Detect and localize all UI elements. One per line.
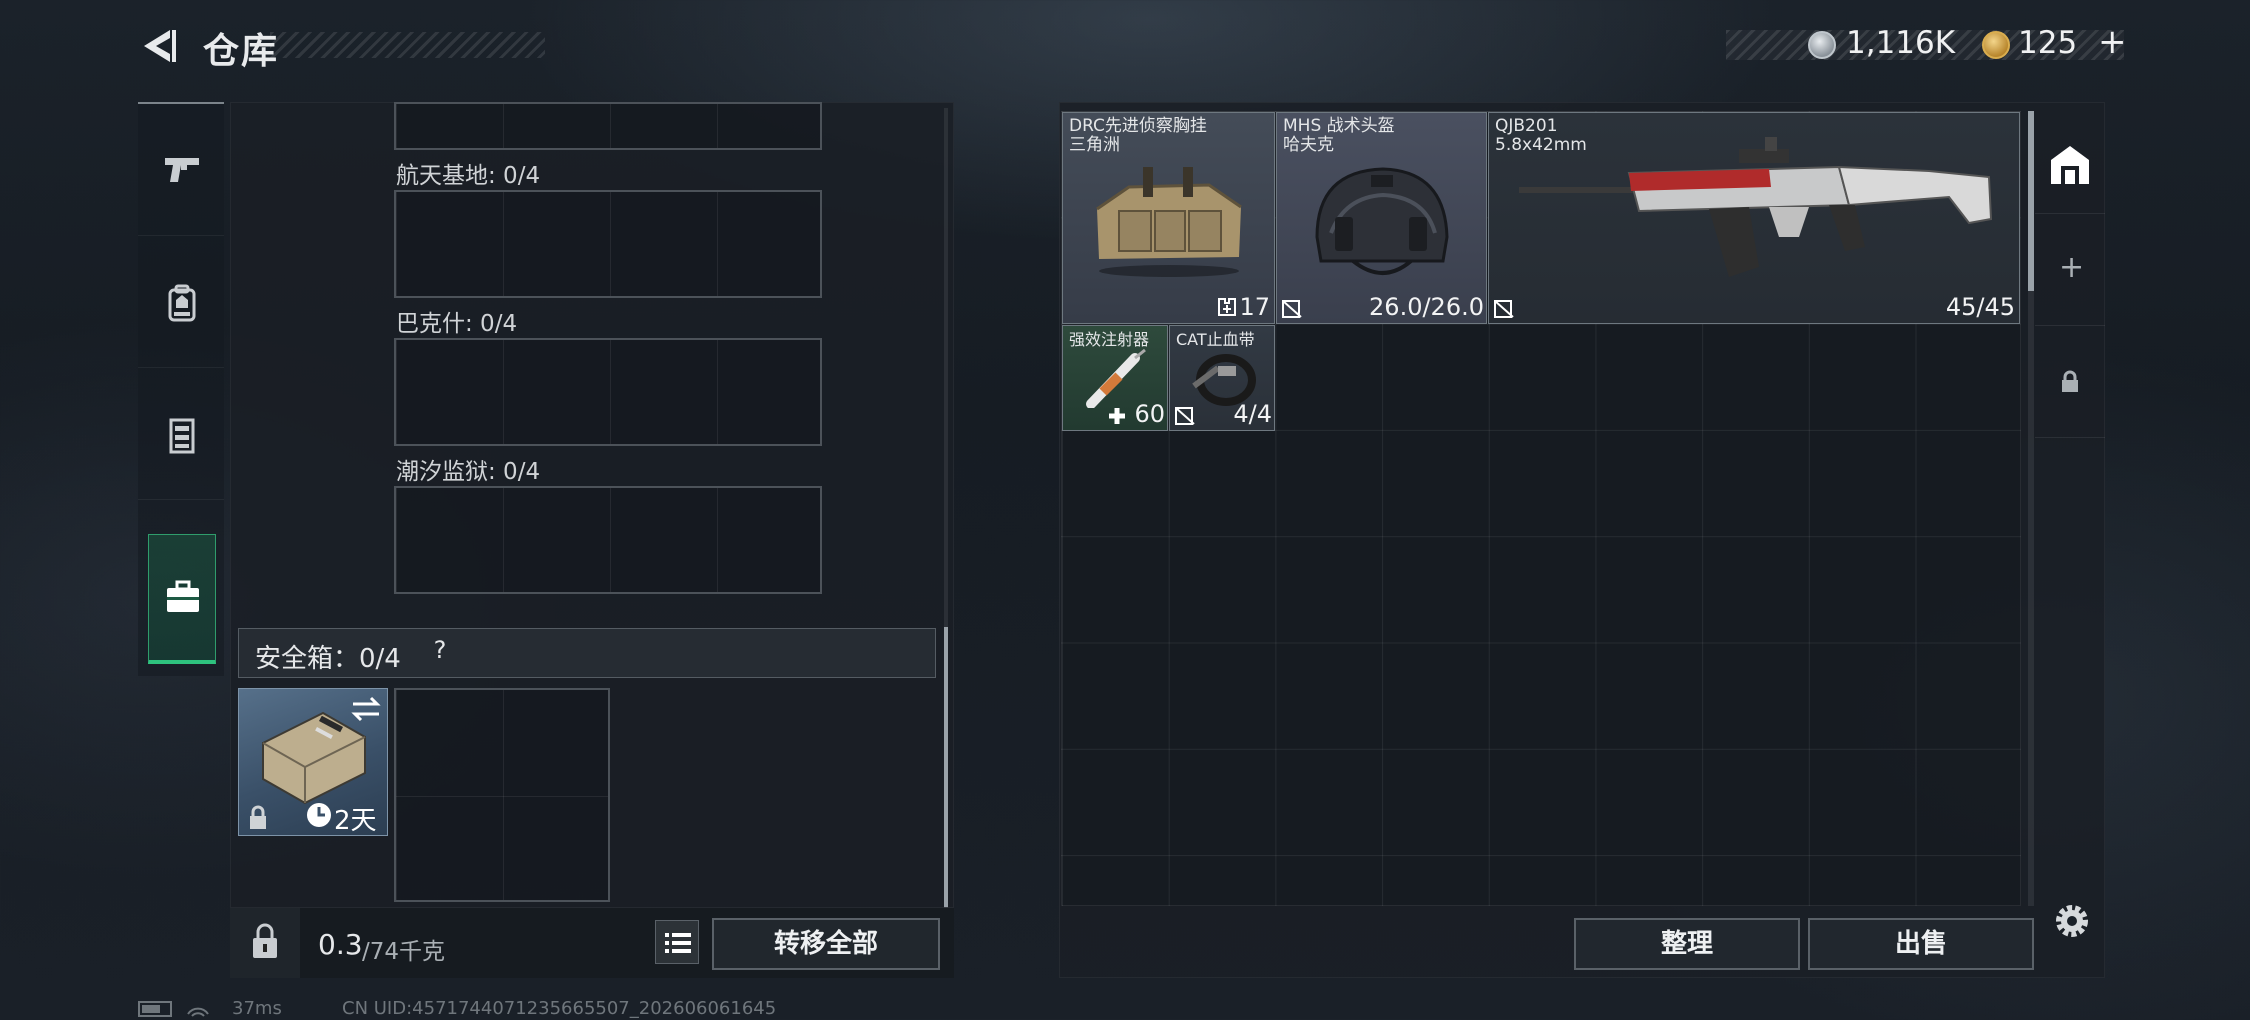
lock-icon [2062,370,2078,392]
pistol-icon [165,158,199,182]
map-label-tidal-prison: 潮汐监狱: 0/4 [396,459,541,485]
item-capacity: 17 [1239,293,1270,321]
sell-button[interactable]: 出售 [1808,918,2034,970]
item-helmet[interactable]: MHS 战术头盔 哈夫克 26.0/26.0 [1276,112,1487,324]
item-syringe[interactable]: 强效注射器 60 [1062,325,1168,431]
item-name: DRC先进侦察胸挂 三角洲 [1069,116,1207,155]
add-currency-button[interactable]: + [2098,22,2127,62]
safebox-label: 安全箱：0/4 [255,644,401,674]
storage-icon [2051,146,2089,184]
map-slot-grid-bakhmut[interactable] [394,338,822,446]
nav-safebox[interactable] [148,534,216,664]
gear-icon [2056,905,2088,937]
left-category-nav [138,102,224,676]
clock-icon [307,803,331,827]
item-chest-rig[interactable]: DRC先进侦察胸挂 三角洲 17 [1062,112,1275,324]
transfer-all-button[interactable]: 转移全部 [712,918,940,970]
briefcase-icon [167,580,199,612]
map-label-bakhmut: 巴克什: 0/4 [396,311,518,337]
item-rifle[interactable]: QJB201 5.8x42mm 45/45 [1488,112,2020,324]
battery-wifi-status [138,998,218,1020]
gold-currency-amount: 125 [2018,25,2078,61]
item-heal-value: 60 [1134,400,1165,428]
map-label-aerospace: 航天基地: 0/4 [396,163,541,189]
item-tourniquet[interactable]: CAT止血带 4/4 [1169,325,1275,431]
plus-icon [1109,408,1125,424]
map-slot-grid-aerospace[interactable] [394,190,822,298]
lock-icon [250,805,266,829]
swap-icon[interactable] [349,695,383,723]
nav-locked-storage[interactable] [2035,326,2105,438]
help-button[interactable]: ? [424,636,456,668]
backpack-icon [168,284,196,322]
safebox-time-remaining: 2天 [334,806,377,836]
nav-storage[interactable] [2035,102,2105,214]
map-slot-grid-tidal-prison[interactable] [394,486,822,594]
item-durability: 45/45 [1945,293,2015,321]
rifle-image [1519,137,1993,277]
nav-backpack[interactable] [138,236,224,368]
durability-icon [1494,300,1514,318]
item-name: MHS 战术头盔 哈夫克 [1283,116,1395,155]
list-icon [665,933,691,953]
list-view-button[interactable] [655,920,699,964]
helmet-image [1315,167,1449,275]
back-arrow-icon [144,30,176,62]
map-slot-grid-top[interactable] [394,102,822,150]
item-durability: 26.0/26.0 [1369,293,1484,321]
safebox-slot-grid[interactable] [394,688,610,902]
add-icon: + [2059,250,2085,285]
syringe-image [1086,348,1146,408]
weight-current: 0.3 [318,928,363,961]
right-side-nav: + [2035,102,2105,462]
nav-weapons[interactable] [138,104,224,236]
left-scrollbar-thumb[interactable] [944,627,948,907]
durability-icon [1282,300,1302,318]
nav-chest-rig[interactable] [138,368,224,500]
back-button[interactable] [136,26,180,66]
title-decoration [270,32,545,58]
chest-rig-icon [169,418,195,454]
battery-icon [138,1001,209,1017]
sort-button[interactable]: 整理 [1574,918,1800,970]
item-uses: 4/4 [1233,400,1272,428]
nav-add-storage[interactable]: + [2035,214,2105,326]
silver-coin-icon [1808,31,1836,59]
durability-icon [1175,407,1195,425]
page-title: 仓库 [203,31,280,72]
weight-lock-button[interactable] [230,908,300,978]
chest-rig-image [1096,167,1242,277]
right-scrollbar-thumb[interactable] [2028,111,2034,291]
lock-icon [253,923,277,958]
uid-text: CN UID:4571744071235665507_202606061645 [342,998,777,1019]
weight-max: /74千克 [362,939,446,965]
settings-button[interactable] [2051,900,2093,942]
ping-text: 37ms [232,998,282,1019]
capacity-icon [1218,298,1236,316]
item-name: 强效注射器 [1069,330,1150,349]
silver-currency-amount: 1,116K [1846,25,1956,61]
gold-coin-icon [1982,31,2010,59]
